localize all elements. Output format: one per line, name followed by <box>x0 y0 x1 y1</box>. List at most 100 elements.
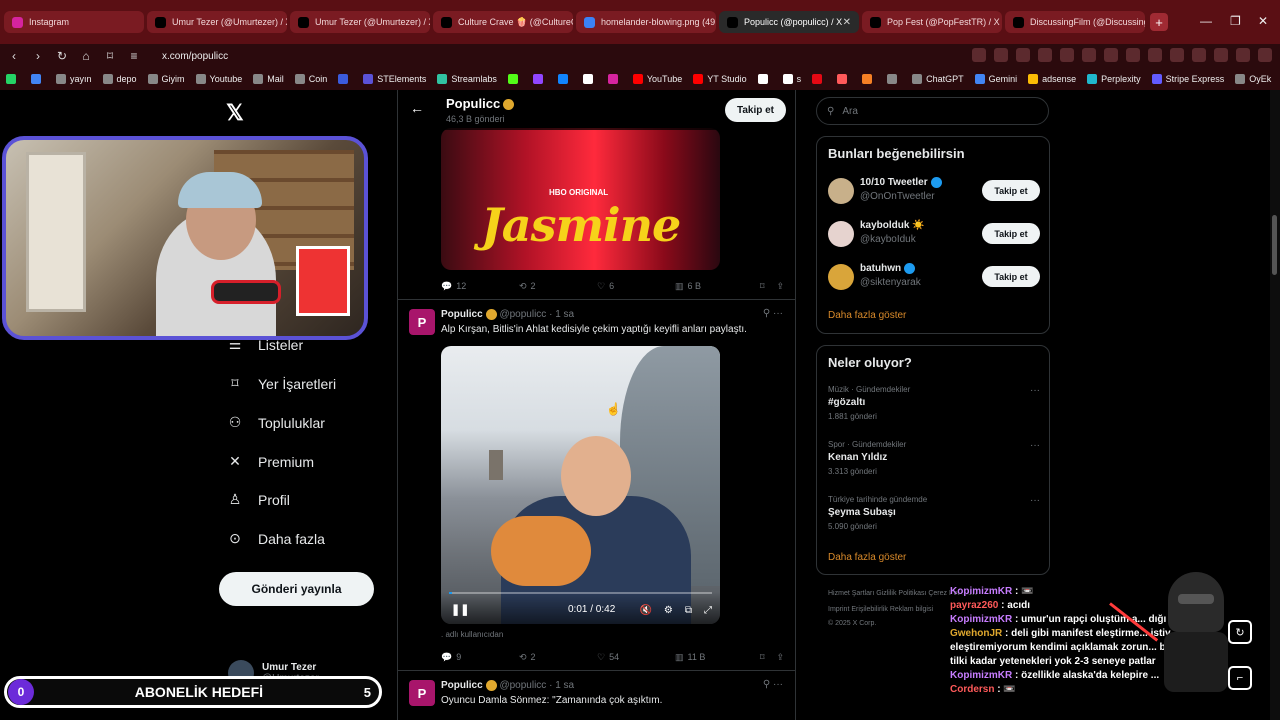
site-info-icon[interactable]: ≡ <box>124 49 144 63</box>
tweet-media-image[interactable]: HBO ORIGINAL Jasmine <box>441 128 720 270</box>
close-window-icon[interactable]: ✕ <box>1258 14 1268 28</box>
bookmark-item[interactable]: YouTube <box>632 74 682 84</box>
author-avatar[interactable]: P <box>409 309 435 335</box>
sidebar-item-premium[interactable]: ✕ Premium <box>226 453 314 470</box>
follow-button[interactable]: Takip et <box>724 98 786 122</box>
more-options-icon[interactable]: ··· <box>1030 385 1040 396</box>
sidebar-item-yer-i-aretleri[interactable]: ⌑ Yer İşaretleri <box>226 375 336 392</box>
show-more-link[interactable]: Daha fazla göster <box>828 552 906 563</box>
bookmark-icon[interactable]: ⌑ <box>760 281 765 292</box>
bookmark-page-icon[interactable]: ⌑ <box>100 49 120 63</box>
fullscreen-icon[interactable]: ⤢ <box>704 605 712 616</box>
bookmark-item[interactable]: Giyim <box>147 74 185 84</box>
trend-item[interactable]: Müzik · Gündemdekiler #gözaltı 1.881 gönde… <box>828 385 1040 421</box>
sidebar-item-topluluklar[interactable]: ⚇ Topluluklar <box>226 414 325 431</box>
maximize-icon[interactable]: ❐ <box>1230 14 1241 28</box>
author-avatar[interactable]: P <box>409 680 435 706</box>
minimize-icon[interactable]: — <box>1200 14 1212 28</box>
bookmark-item[interactable] <box>887 74 901 84</box>
browser-tab[interactable]: Populicc (@populicc) / X ✕ <box>719 11 859 33</box>
suggested-user[interactable]: batuhwn @siktenyarak Takip et <box>828 262 1040 294</box>
bookmark-item[interactable]: Streamlabs <box>437 74 497 84</box>
trend-item[interactable]: Türkiye tarihinde gündemde Şeyma Subaşı 5.… <box>828 495 1040 531</box>
views-button[interactable]: ▥ 6 B <box>675 279 753 293</box>
bookmark-item[interactable]: ChatGPT <box>912 74 964 84</box>
tweet-video[interactable]: ❚❚ 0:01 / 0:42 🔇 ⚙ ⧉ ⤢ <box>441 346 720 624</box>
bookmark-item[interactable] <box>507 74 522 84</box>
suggested-user[interactable]: kaybolduk ☀️ @kayboIduk Takip et <box>828 219 1040 251</box>
more-options-icon[interactable]: ··· <box>1030 440 1040 451</box>
sidebar-toggle-icon[interactable] <box>1170 48 1184 62</box>
bookmark-item[interactable] <box>532 74 547 84</box>
bookmark-item[interactable] <box>607 74 622 84</box>
browser-tab[interactable]: DiscussingFilm (@DiscussingF <box>1005 11 1145 33</box>
show-more-link[interactable]: Daha fazla göster <box>828 310 906 321</box>
bookmark-item[interactable] <box>31 74 45 84</box>
browser-tab[interactable]: Umur Tezer (@Umurtezer) / X <box>147 11 287 33</box>
extension-icon[interactable] <box>972 48 986 62</box>
browser-tab[interactable]: Instagram <box>4 11 144 33</box>
post-button[interactable]: Gönderi yayınla <box>219 572 374 606</box>
bookmark-item[interactable] <box>757 74 772 84</box>
settings-icon[interactable]: ⚙ <box>664 605 673 616</box>
bookmark-item[interactable]: adsense <box>1028 74 1076 84</box>
browser-tab[interactable]: Pop Fest (@PopFestTR) / X <box>862 11 1002 33</box>
bookmark-item[interactable]: yayın <box>56 74 92 84</box>
bookmark-item[interactable]: s <box>782 74 801 84</box>
repost-button[interactable]: ⟲ 2 <box>519 279 597 293</box>
forward-icon[interactable]: › <box>28 49 48 63</box>
extension-icon[interactable] <box>1214 48 1228 62</box>
share-icon[interactable]: ⇪ <box>776 281 784 292</box>
sidebar-item-daha-fazla[interactable]: ⊙ Daha fazla <box>226 530 325 547</box>
extension-icon[interactable] <box>1104 48 1118 62</box>
x-logo-icon[interactable]: 𝕏 <box>226 100 244 126</box>
trend-item[interactable]: Spor · Gündemdekiler Kenan Yıldız 3.313 gö… <box>828 440 1040 476</box>
reply-button[interactable]: 💬 12 <box>441 279 519 293</box>
bookmark-item[interactable]: depo <box>102 74 137 84</box>
reply-button[interactable]: 💬 9 <box>441 650 519 664</box>
extension-icon[interactable] <box>1148 48 1162 62</box>
extension-icon[interactable] <box>994 48 1008 62</box>
bookmark-item[interactable] <box>862 74 876 84</box>
follow-button[interactable]: Takip et <box>982 223 1040 244</box>
pause-icon[interactable]: ❚❚ <box>451 603 469 616</box>
search-input[interactable]: ⚲ Ara <box>816 97 1049 125</box>
new-tab-button[interactable]: + <box>1150 13 1168 31</box>
more-options-icon[interactable]: ⚲ ··· <box>763 308 783 319</box>
extension-icon[interactable] <box>1038 48 1052 62</box>
bookmark-item[interactable]: Mail <box>253 74 284 84</box>
share-icon[interactable]: ⇪ <box>776 652 784 663</box>
views-button[interactable]: ▥ 11 B <box>675 650 753 664</box>
more-options-icon[interactable]: ⚲ ··· <box>763 679 783 690</box>
bookmark-item[interactable] <box>6 74 20 84</box>
repost-button[interactable]: ⟲ 2 <box>519 650 597 664</box>
bookmark-item[interactable]: STElements <box>363 74 426 84</box>
pip-icon[interactable]: ⧉ <box>685 605 692 616</box>
bookmark-item[interactable] <box>582 74 597 84</box>
extension-icon[interactable] <box>1126 48 1140 62</box>
browser-tab[interactable]: Culture Crave 🍿 (@CultureCr <box>433 11 573 33</box>
video-progress[interactable] <box>449 592 712 594</box>
more-options-icon[interactable]: ··· <box>1030 495 1040 506</box>
like-button[interactable]: ♡ 54 <box>597 650 675 664</box>
like-button[interactable]: ♡ 6 <box>597 279 675 293</box>
brave-shield-icon[interactable] <box>1016 48 1030 62</box>
extension-icon[interactable] <box>1060 48 1074 62</box>
bookmark-item[interactable] <box>837 74 851 84</box>
suggested-user[interactable]: 10/10 Tweetler @OnOnTweetler Takip et <box>828 176 1040 208</box>
bookmark-item[interactable] <box>812 74 826 84</box>
browser-tab[interactable]: homelander-blowing.png (49 <box>576 11 716 33</box>
bookmark-icon[interactable]: ⌑ <box>760 652 765 663</box>
reload-icon[interactable]: ↻ <box>52 49 72 63</box>
wallet-icon[interactable] <box>1192 48 1206 62</box>
follow-button[interactable]: Takip et <box>982 180 1040 201</box>
bookmark-item[interactable]: Perplexity <box>1087 74 1141 84</box>
bookmark-item[interactable]: Gemini <box>974 74 1017 84</box>
vpn-icon[interactable] <box>1236 48 1250 62</box>
back-arrow-icon[interactable]: ← <box>410 100 424 116</box>
bookmark-item[interactable]: Coin <box>294 74 327 84</box>
bookmark-item[interactable]: Youtube <box>195 74 242 84</box>
home-icon[interactable]: ⌂ <box>76 49 96 63</box>
bookmark-item[interactable]: OyEk <box>1235 74 1271 84</box>
sidebar-item-profil[interactable]: ♙ Profil <box>226 491 290 508</box>
